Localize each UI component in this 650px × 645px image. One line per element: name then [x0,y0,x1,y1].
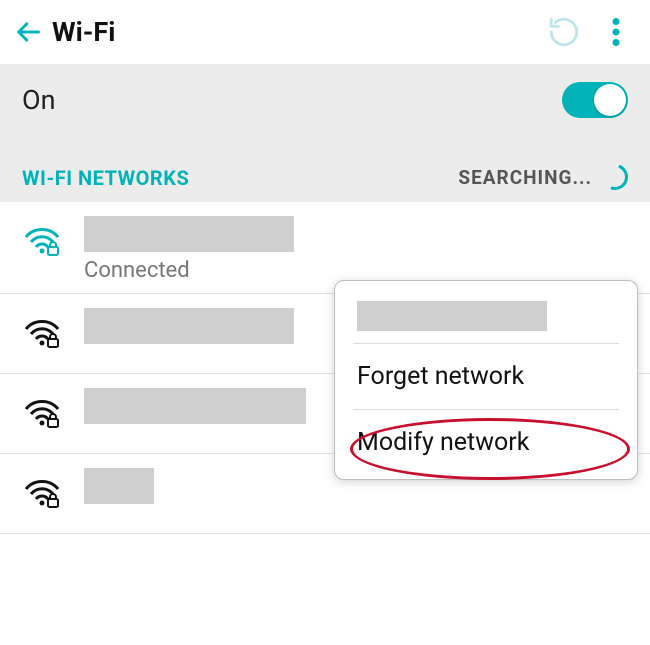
refresh-button[interactable] [538,12,590,52]
ssid-redacted [84,216,294,252]
wifi-toggle-row: On [0,64,650,136]
toggle-knob [594,84,626,116]
wifi-state-label: On [22,84,56,116]
ssid-redacted [84,468,154,504]
divider [353,343,619,344]
spinner-icon [598,160,633,195]
wifi-secure-icon [22,314,62,354]
network-context-menu: Forget network Modify network [334,280,638,480]
searching-indicator: SEARCHING... [458,164,628,190]
forget-network-item[interactable]: Forget network [335,348,637,405]
searching-label: SEARCHING... [458,166,592,189]
modify-network-item[interactable]: Modify network [335,414,637,471]
section-header: WI-FI NETWORKS SEARCHING... [0,136,650,202]
wifi-secure-icon [22,394,62,434]
back-button[interactable] [8,12,48,52]
ssid-redacted [84,388,306,424]
app-bar: Wi-Fi [0,0,650,64]
network-status: Connected [84,258,294,283]
ssid-redacted [357,301,547,331]
wifi-secure-icon [22,222,62,262]
wifi-secure-icon [22,474,62,514]
page-title: Wi-Fi [52,16,115,48]
wifi-toggle[interactable] [562,82,628,118]
divider [353,409,619,410]
popup-network-name [357,301,615,331]
ssid-redacted [84,308,294,344]
section-label: WI-FI NETWORKS [22,166,189,190]
overflow-menu-button[interactable] [590,12,642,52]
